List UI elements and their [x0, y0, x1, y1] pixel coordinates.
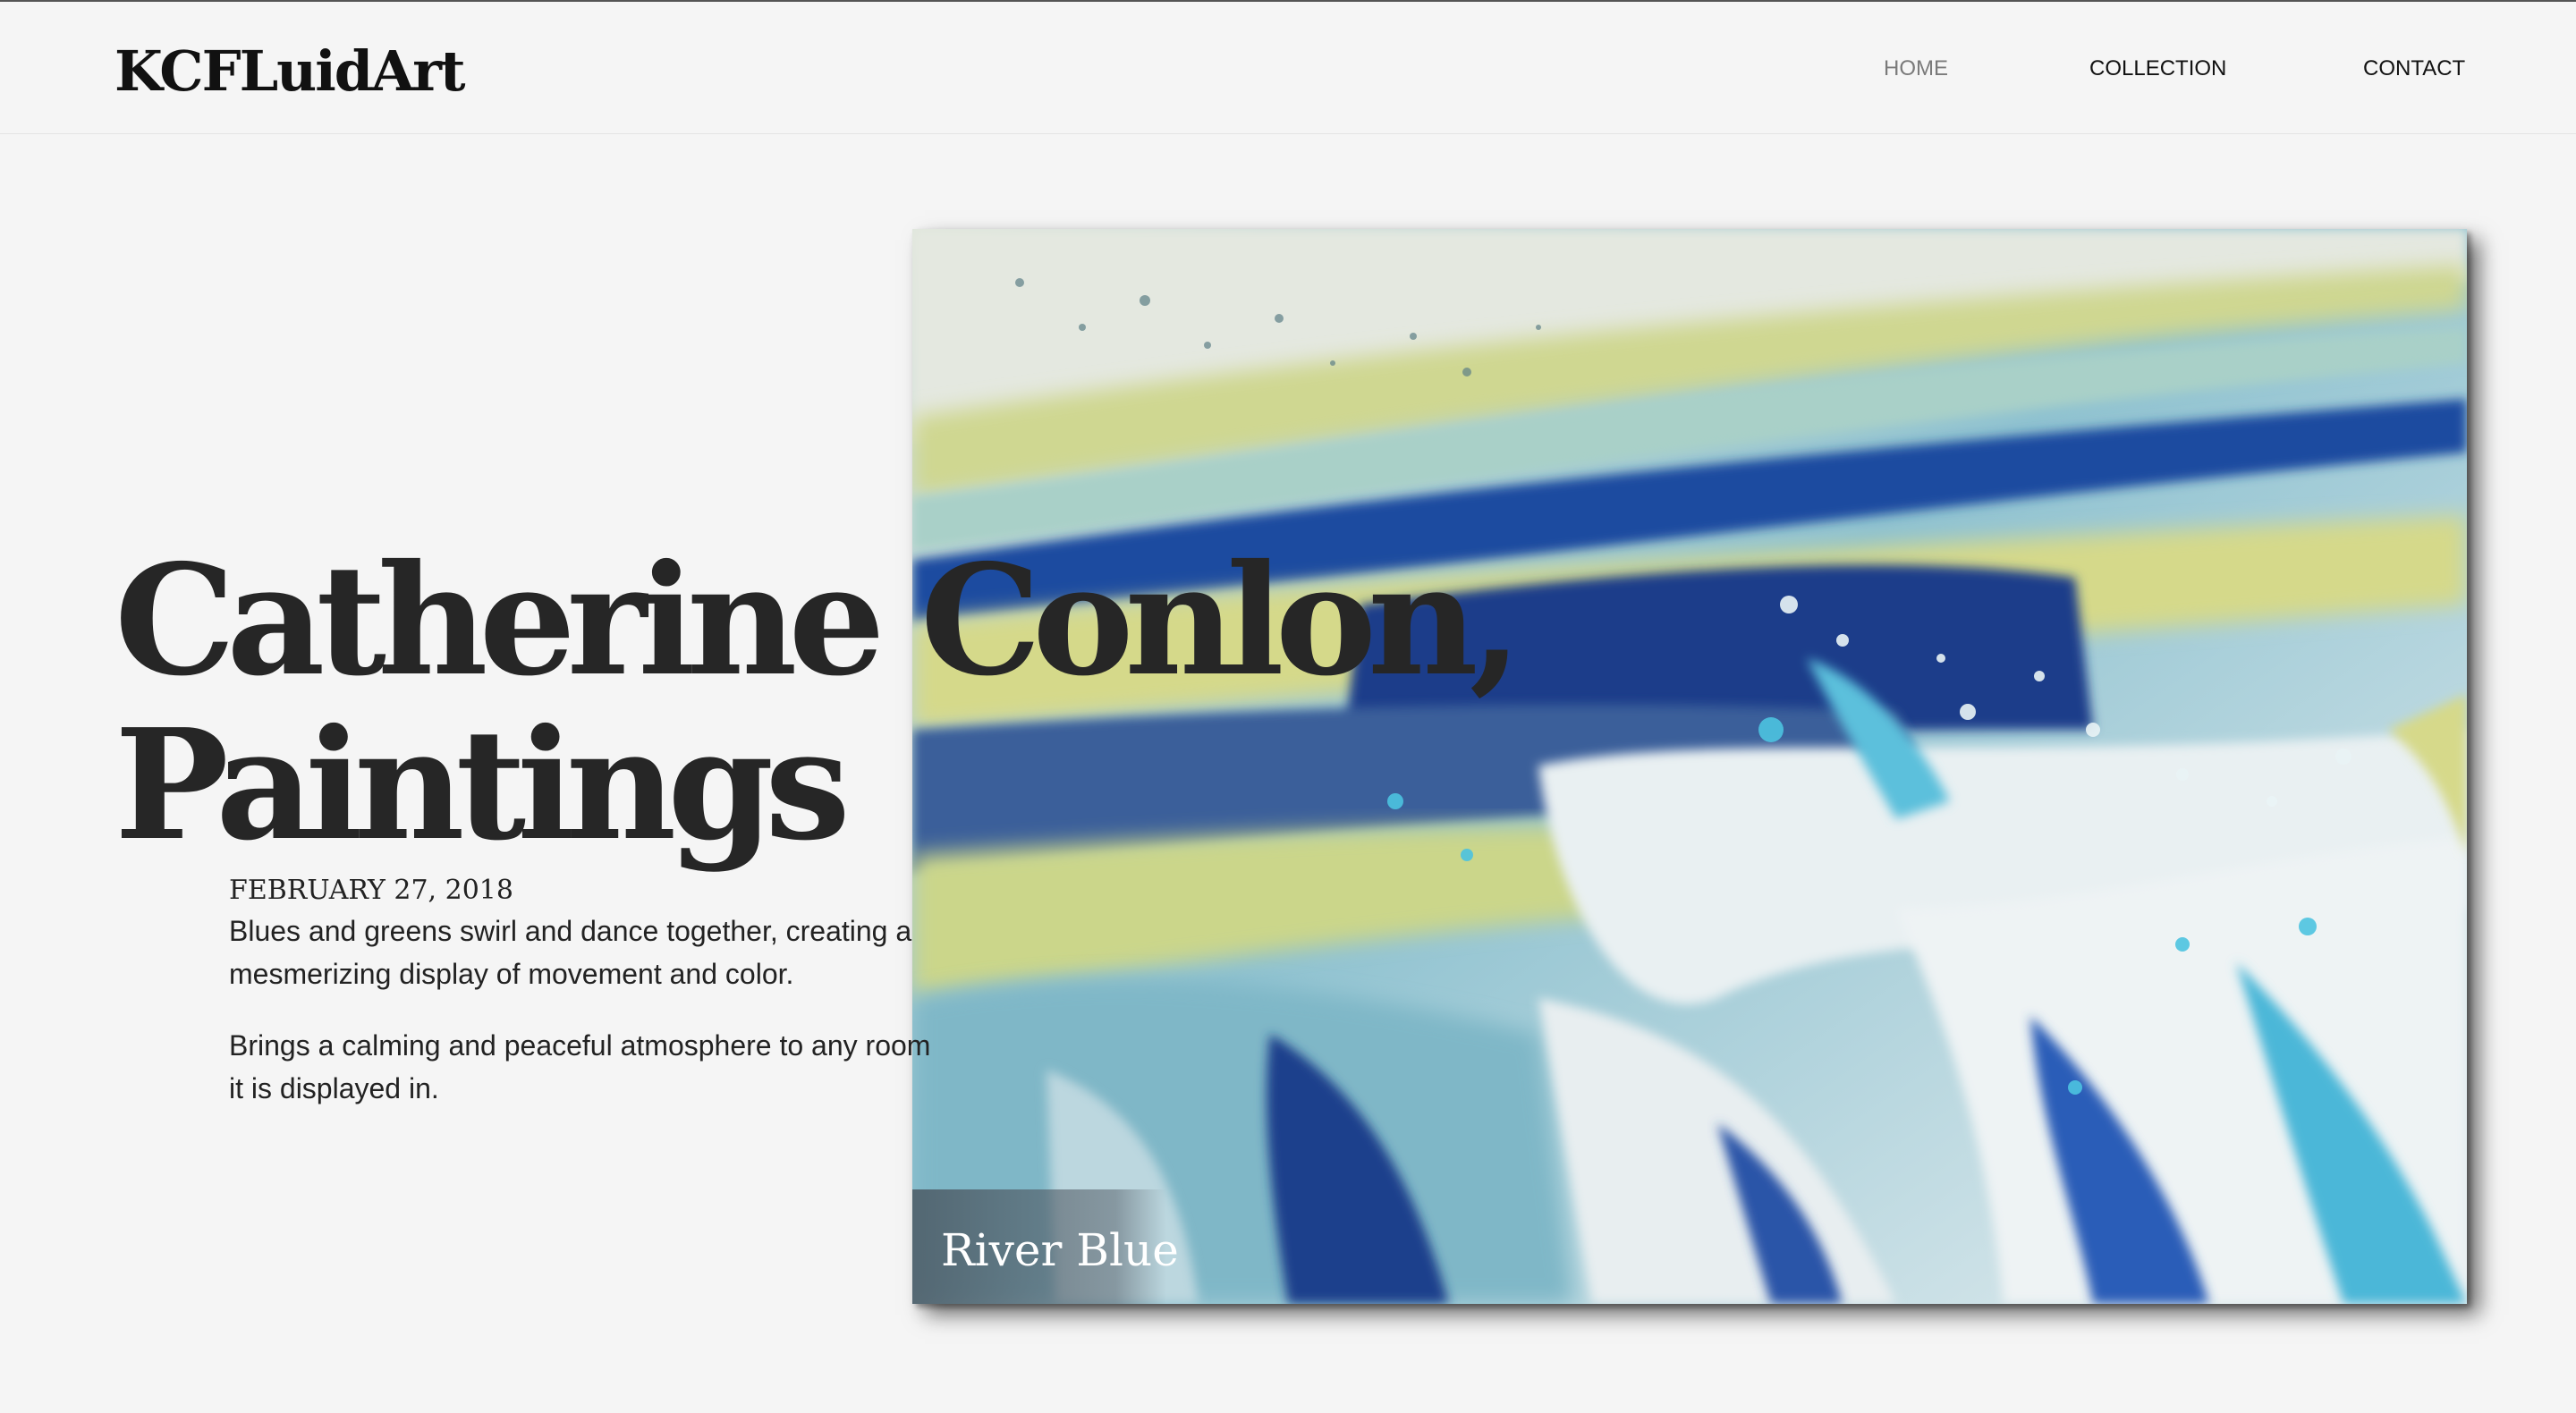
description-paragraph-2: Brings a calming and peaceful atmosphere…: [229, 1029, 931, 1104]
description-paragraph-1: Blues and greens swirl and dance togethe…: [229, 915, 912, 990]
post-date: FEBRUARY 27, 2018: [229, 875, 513, 906]
site-header: KCFLuidArt HOME COLLECTION CONTACT: [0, 2, 2576, 134]
painting-caption-box: River Blue: [912, 1189, 1179, 1304]
nav-collection-link[interactable]: COLLECTION: [2089, 54, 2226, 84]
page-title: Catherine Conlon, Paintings: [114, 530, 1522, 875]
nav-contact-link[interactable]: CONTACT: [2363, 54, 2465, 84]
painting-title: River Blue: [941, 1224, 1179, 1276]
site-logo[interactable]: KCFLuidArt: [114, 34, 466, 109]
page-title-line2: Paintings: [114, 695, 851, 875]
nav-home-link[interactable]: HOME: [1884, 54, 1948, 84]
page-title-line1: Catherine Conlon,: [114, 530, 1522, 710]
